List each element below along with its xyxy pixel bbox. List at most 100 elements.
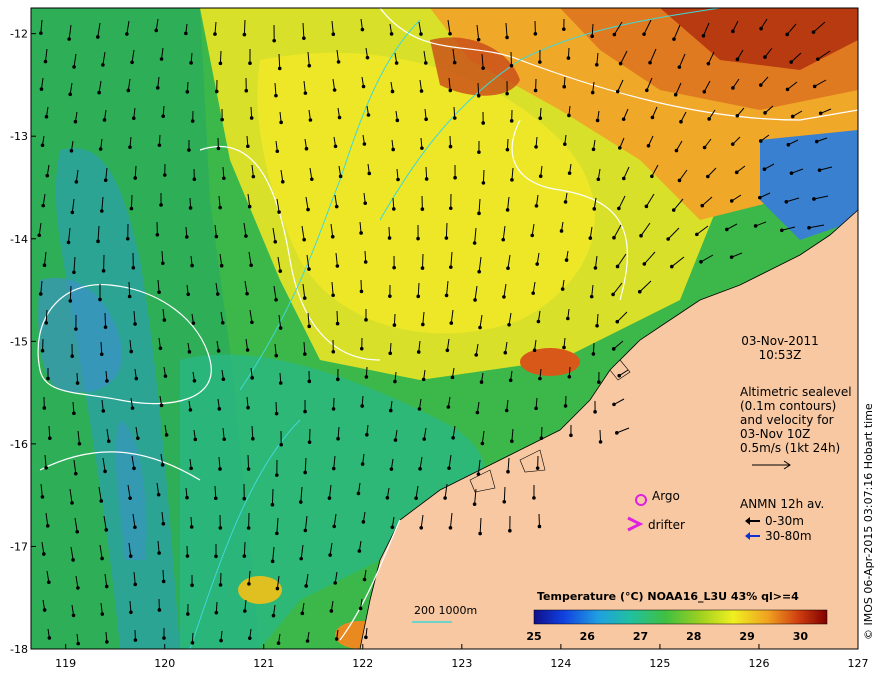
lon-tick-label: 120: [154, 657, 175, 670]
velocity-vector-head: [618, 61, 623, 66]
velocity-vector-head: [277, 66, 282, 71]
velocity-vector-head: [214, 234, 219, 239]
velocity-vector-head: [157, 551, 161, 555]
velocity-vector-head: [448, 206, 453, 211]
velocity-vector-head: [125, 32, 129, 36]
velocity-vector-head: [96, 239, 100, 244]
velocity-vector-head: [302, 36, 306, 40]
velocity-vector-head: [333, 144, 338, 149]
velocity-vector-head: [789, 60, 793, 64]
velocity-vector-head: [218, 61, 223, 66]
velocity-vector-head: [448, 31, 452, 36]
velocity-vector-head: [392, 323, 397, 327]
velocity-vector-head: [103, 325, 108, 329]
velocity-vector-head: [44, 114, 49, 119]
credit-text: © IMOS 06-Apr-2015 03:07:16 Hobart time: [862, 403, 875, 640]
lon-tick-label: 122: [352, 657, 373, 670]
velocity-vector-head: [271, 613, 276, 618]
velocity-vector-head: [331, 32, 336, 37]
velocity-vector-head: [363, 260, 368, 264]
velocity-vector-head: [502, 295, 506, 299]
velocity-vector-head: [365, 432, 369, 437]
velocity-vector-head: [331, 407, 336, 411]
velocity-vector-head: [763, 111, 767, 115]
velocity-vector-head: [357, 549, 362, 553]
velocity-vector-head: [702, 145, 707, 150]
velocity-vector-head: [729, 199, 734, 203]
velocity-vector-head: [566, 316, 570, 321]
altimetry-legend-line: Altimetric sealevel: [740, 385, 852, 399]
velocity-vector-head: [307, 63, 312, 68]
velocity-vector-head: [385, 496, 390, 500]
velocity-vector-head: [336, 377, 340, 382]
velocity-vector-head: [128, 554, 133, 558]
velocity-vector-head: [100, 556, 104, 561]
velocity-vector-head: [594, 62, 599, 67]
velocity-vector-head: [214, 554, 218, 559]
velocity-vector-head: [162, 318, 167, 322]
velocity-vector-head: [185, 89, 190, 94]
velocity-vector-head: [161, 521, 166, 526]
velocity-vector-head: [126, 88, 131, 93]
velocity-vector-head: [644, 204, 649, 209]
velocity-vector-head: [534, 204, 539, 208]
velocity-vector-head: [103, 469, 107, 474]
velocity-vector-head: [476, 94, 481, 98]
velocity-vector-head: [327, 496, 332, 500]
velocity-vector-head: [222, 176, 226, 181]
velocity-vector-head: [190, 583, 194, 588]
lon-tick-label: 123: [451, 657, 472, 670]
velocity-vector-head: [184, 235, 189, 239]
velocity-vector: [128, 281, 131, 297]
velocity-vector-head: [334, 637, 339, 641]
velocity-vector-head: [679, 119, 683, 124]
velocity-vector-head: [364, 375, 369, 379]
velocity-vector-head: [532, 496, 536, 500]
velocity-vector-head: [130, 60, 134, 65]
velocity-vector-head: [275, 473, 279, 477]
velocity-vector-head: [388, 351, 393, 356]
velocity-vector-head: [559, 229, 564, 233]
velocity-vector-head: [699, 259, 703, 264]
lat-tick-label: -13: [10, 130, 28, 143]
velocity-vector-head: [360, 462, 365, 466]
velocity-vector-head: [249, 116, 254, 120]
velocity-vector-head: [40, 348, 45, 353]
velocity-vector-head: [192, 379, 197, 383]
velocity-vector-head: [481, 181, 486, 185]
velocity-vector-head: [674, 148, 679, 153]
velocity-vector-head: [562, 27, 566, 31]
velocity-vector-head: [388, 294, 392, 298]
velocity-vector-head: [591, 147, 596, 152]
velocity-vector-head: [816, 57, 820, 61]
velocity-vector-head: [336, 436, 340, 441]
velocity-vector-head: [105, 640, 109, 644]
velocity-vector-head: [129, 610, 133, 615]
colorbar-tick-label: 29: [739, 630, 754, 643]
velocity-vector-head: [74, 327, 78, 331]
velocity-vector-head: [593, 266, 598, 270]
velocity-vector-head: [125, 236, 130, 241]
velocity-vector-head: [278, 326, 283, 330]
velocity-vector-head: [812, 197, 816, 201]
lat-tick-label: -15: [10, 335, 28, 348]
velocity-vector-head: [420, 207, 425, 211]
velocity-vector-head: [77, 441, 82, 446]
velocity-vector-head: [277, 210, 281, 214]
velocity-vector-head: [592, 207, 597, 211]
velocity-vector-head: [71, 613, 76, 618]
velocity-vector-head: [306, 207, 310, 212]
velocity-vector-head: [218, 467, 222, 471]
velocity-vector-head: [72, 65, 76, 69]
altimetry-legend: Altimetric sealevel (0.1m contours) and ve…: [740, 385, 852, 455]
velocity-vector-head: [190, 263, 194, 268]
velocity-vector-head: [360, 404, 364, 408]
altimetry-legend-line: (0.1m contours): [740, 399, 837, 413]
velocity-vector-head: [387, 236, 392, 240]
lat-tick-label: -16: [10, 438, 28, 451]
velocity-vector-head: [157, 608, 162, 612]
velocity-vector-head: [330, 234, 335, 239]
velocity-vector-head: [246, 467, 251, 471]
velocity-vector-head: [503, 350, 508, 355]
velocity-vector-head: [217, 407, 222, 411]
